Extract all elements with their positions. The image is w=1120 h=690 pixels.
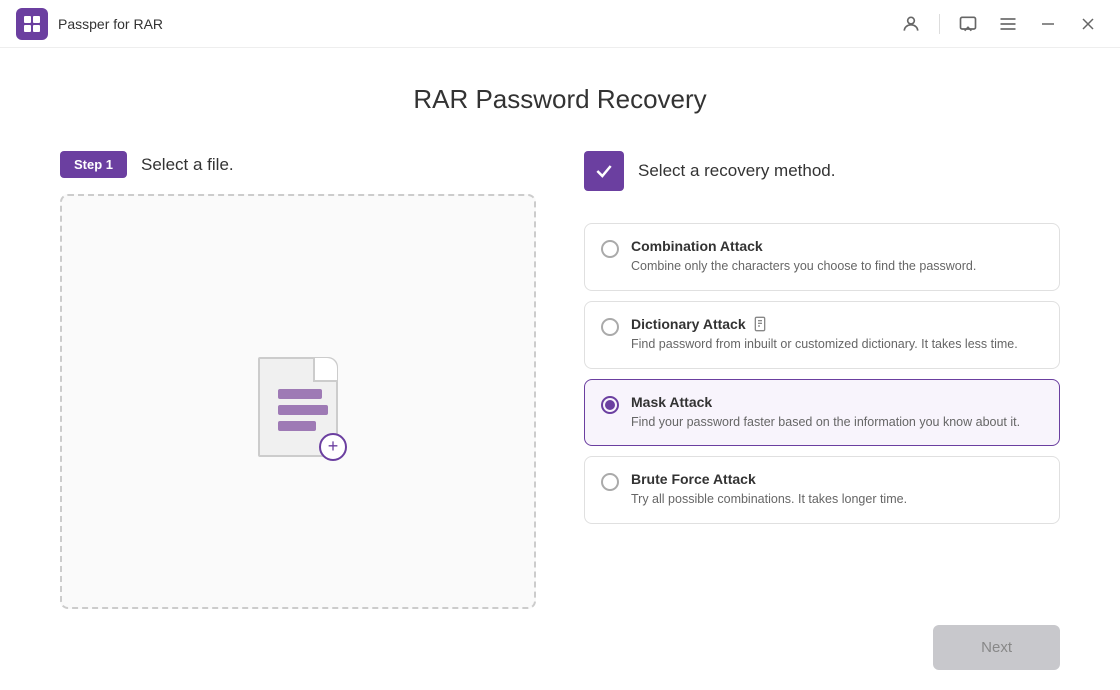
radio-dictionary: [601, 318, 619, 336]
right-column: Select a recovery method. Combination At…: [584, 151, 1060, 609]
two-column-layout: Step 1 Select a file. +: [60, 151, 1060, 609]
option-combination[interactable]: Combination Attack Combine only the char…: [584, 223, 1060, 291]
option-mask-title: Mask Attack: [631, 394, 1043, 410]
step1-badge: Step 1: [60, 151, 127, 178]
step2-label: Select a recovery method.: [638, 161, 835, 181]
option-brute-desc: Try all possible combinations. It takes …: [631, 490, 1043, 509]
radio-mask: [601, 396, 619, 414]
step1-label: Select a file.: [141, 155, 234, 175]
option-dictionary[interactable]: Dictionary Attack Find password from inb…: [584, 301, 1060, 369]
option-mask[interactable]: Mask Attack Find your password faster ba…: [584, 379, 1060, 447]
next-button[interactable]: Next: [933, 625, 1060, 670]
option-mask-desc: Find your password faster based on the i…: [631, 413, 1043, 432]
account-icon[interactable]: [895, 8, 927, 40]
check-badge: [584, 151, 624, 191]
option-combination-text: Combination Attack Combine only the char…: [631, 238, 1043, 276]
option-combination-desc: Combine only the characters you choose t…: [631, 257, 1043, 276]
option-mask-text: Mask Attack Find your password faster ba…: [631, 394, 1043, 432]
option-dictionary-desc: Find password from inbuilt or customized…: [631, 335, 1043, 354]
rar-bars: [278, 389, 328, 431]
page-title: RAR Password Recovery: [413, 84, 706, 115]
radio-brute: [601, 473, 619, 491]
option-brute-title: Brute Force Attack: [631, 471, 1043, 487]
app-title: Passper for RAR: [58, 16, 163, 32]
footer: Next: [0, 609, 1120, 690]
rar-bar-3: [278, 421, 316, 431]
option-dictionary-title: Dictionary Attack: [631, 316, 1043, 332]
radio-combination: [601, 240, 619, 258]
titlebar: Passper for RAR: [0, 0, 1120, 48]
rar-bar-1: [278, 389, 322, 399]
minimize-button[interactable]: [1032, 8, 1064, 40]
main-content: RAR Password Recovery Step 1 Select a fi…: [0, 48, 1120, 609]
titlebar-right: [895, 8, 1104, 40]
recovery-options: Combination Attack Combine only the char…: [584, 223, 1060, 524]
option-dictionary-text: Dictionary Attack Find password from inb…: [631, 316, 1043, 354]
menu-icon[interactable]: [992, 8, 1024, 40]
option-brute[interactable]: Brute Force Attack Try all possible comb…: [584, 456, 1060, 524]
chat-icon[interactable]: [952, 8, 984, 40]
left-column: Step 1 Select a file. +: [60, 151, 536, 609]
file-drop-area[interactable]: +: [60, 194, 536, 609]
step1-header: Step 1 Select a file.: [60, 151, 536, 178]
app-logo: [16, 8, 48, 40]
option-combination-title: Combination Attack: [631, 238, 1043, 254]
rar-bar-2: [278, 405, 328, 415]
titlebar-separator: [939, 14, 940, 34]
titlebar-left: Passper for RAR: [16, 8, 163, 40]
step2-header: Select a recovery method.: [584, 151, 1060, 191]
close-button[interactable]: [1072, 8, 1104, 40]
option-brute-text: Brute Force Attack Try all possible comb…: [631, 471, 1043, 509]
add-file-icon: +: [319, 433, 347, 461]
file-drop-content: +: [253, 347, 343, 457]
rar-file-icon: +: [253, 347, 343, 457]
